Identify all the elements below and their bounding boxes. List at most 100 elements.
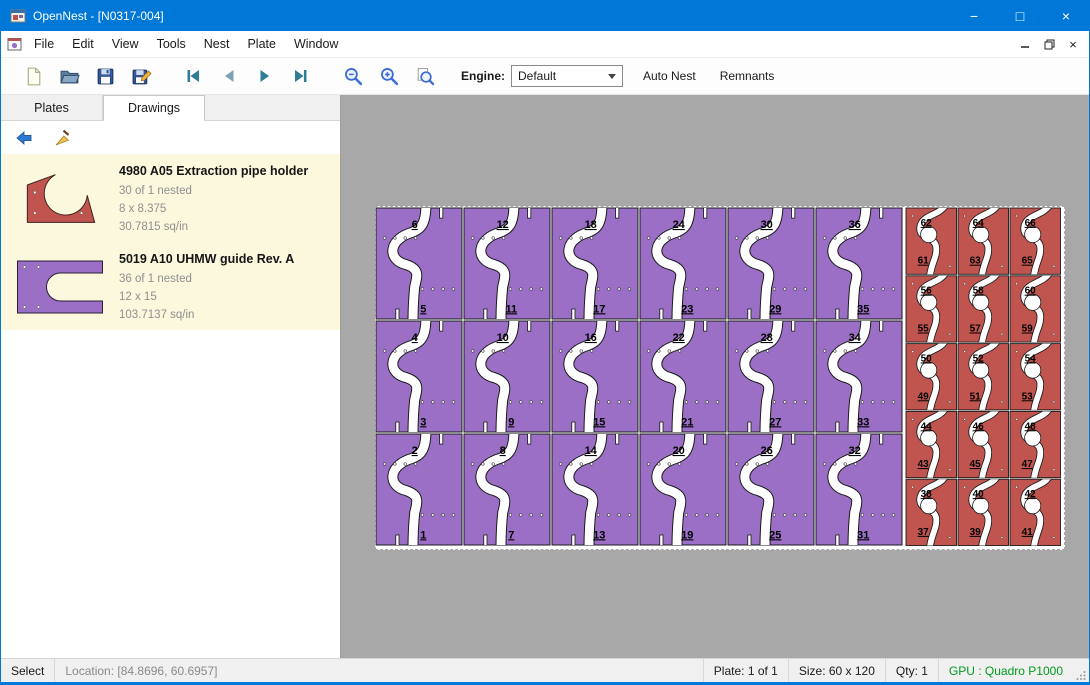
drawing-title: 4980 A05 Extraction pipe holder [119,164,308,178]
svg-text:6: 6 [412,219,418,231]
svg-text:35: 35 [857,303,869,315]
tab-strip: Plates Drawings [1,95,340,121]
drawing-nested-count: 30 of 1 nested [119,182,308,200]
status-mode: Select [1,659,55,682]
mdi-minimize-button[interactable] [1014,34,1036,54]
menu-nest[interactable]: Nest [195,32,239,56]
plate-sheet[interactable]: 6512111817242330293635431091615222128273… [375,206,1065,550]
drawing-item-extraction-pipe-holder[interactable]: 4980 A05 Extraction pipe holder 30 of 1 … [1,154,340,242]
drawing-meta: 4980 A05 Extraction pipe holder 30 of 1 … [113,161,308,236]
svg-text:62: 62 [921,218,933,229]
nav-previous-button[interactable] [211,60,247,92]
svg-text:21: 21 [681,416,693,428]
status-location: Location: [84.8696, 60.6957] [55,659,227,682]
remnants-button[interactable]: Remnants [716,63,779,89]
resize-grip[interactable] [1073,659,1089,682]
tab-drawings-label: Drawings [128,101,180,115]
minimize-button[interactable]: − [951,1,997,31]
svg-text:43: 43 [918,459,930,470]
document-icon [7,37,22,52]
status-qty: Qty: 1 [885,659,938,682]
svg-text:39: 39 [970,527,982,538]
svg-text:30: 30 [761,219,773,231]
svg-text:2: 2 [412,445,418,457]
save-button[interactable] [87,60,123,92]
drawing-title: 5019 A10 UHMW guide Rev. A [119,252,294,266]
app-icon [10,8,26,24]
mdi-close-button[interactable]: × [1062,34,1084,54]
drawing-item-uhmw-guide[interactable]: 5019 A10 UHMW guide Rev. A 36 of 1 neste… [1,242,340,330]
nav-last-button[interactable] [283,60,319,92]
menu-edit[interactable]: Edit [63,32,103,56]
zoom-fit-button[interactable] [407,60,443,92]
new-file-icon [23,66,44,87]
svg-text:33: 33 [857,416,869,428]
svg-text:18: 18 [585,219,597,231]
menu-view[interactable]: View [103,32,148,56]
new-button[interactable] [15,60,51,92]
drawing-thumbnail-purple [9,249,113,324]
svg-text:34: 34 [849,332,862,344]
engine-select[interactable]: Default [511,65,623,87]
clean-button[interactable] [47,124,77,151]
drawing-size: 12 x 15 [119,288,294,306]
svg-text:29: 29 [769,303,781,315]
zoom-out-button[interactable] [335,60,371,92]
menu-plate[interactable]: Plate [238,32,285,56]
save-as-button[interactable] [123,60,159,92]
broom-icon [52,128,72,148]
svg-text:5: 5 [420,303,426,315]
window-controls: − □ × [951,1,1089,31]
svg-text:46: 46 [973,421,985,432]
menubar: File Edit View Tools Nest Plate Window × [1,31,1089,58]
svg-text:19: 19 [681,529,693,541]
maximize-button[interactable]: □ [997,1,1043,31]
menu-tools[interactable]: Tools [148,32,195,56]
zoom-in-button[interactable] [371,60,407,92]
svg-text:60: 60 [1025,286,1037,297]
auto-nest-button[interactable]: Auto Nest [639,63,700,89]
svg-text:44: 44 [921,421,933,432]
svg-text:40: 40 [973,489,985,500]
svg-text:1: 1 [420,529,426,541]
drawing-area: 30.7815 sq/in [119,218,308,236]
svg-text:63: 63 [970,256,982,267]
svg-text:61: 61 [918,256,930,267]
drawings-toolbar [1,121,340,154]
app-window: OpenNest - [N0317-004] − □ × File Edit V… [0,0,1090,685]
svg-text:28: 28 [761,332,773,344]
mdi-restore-button[interactable] [1038,34,1060,54]
svg-text:58: 58 [973,286,985,297]
nav-last-icon [291,66,311,86]
open-folder-icon [59,66,80,87]
svg-text:14: 14 [585,445,598,457]
main-area: Plates Drawings [1,95,1089,658]
save-as-icon [131,66,152,87]
svg-text:57: 57 [970,324,982,335]
nest-canvas[interactable]: 6512111817242330293635431091615222128273… [341,95,1089,658]
svg-text:32: 32 [849,445,861,457]
flip-part-button[interactable] [9,124,39,151]
svg-text:56: 56 [921,286,933,297]
svg-text:11: 11 [505,303,517,315]
tab-drawings[interactable]: Drawings [103,95,205,121]
svg-text:7: 7 [508,529,514,541]
svg-text:24: 24 [673,219,686,231]
svg-text:13: 13 [593,529,605,541]
nav-next-button[interactable] [247,60,283,92]
nav-first-button[interactable] [175,60,211,92]
open-button[interactable] [51,60,87,92]
svg-text:3: 3 [420,416,426,428]
zoom-fit-icon [415,66,436,87]
svg-text:23: 23 [681,303,693,315]
svg-text:26: 26 [761,445,773,457]
tab-plates[interactable]: Plates [1,95,103,120]
drawing-list: 4980 A05 Extraction pipe holder 30 of 1 … [1,154,340,658]
drawing-meta: 5019 A10 UHMW guide Rev. A 36 of 1 neste… [113,249,294,324]
svg-text:12: 12 [497,219,509,231]
mdi-window-controls: × [1014,34,1089,54]
menu-file[interactable]: File [25,32,63,56]
svg-text:9: 9 [508,416,514,428]
menu-window[interactable]: Window [285,32,347,56]
close-button[interactable]: × [1043,1,1089,31]
